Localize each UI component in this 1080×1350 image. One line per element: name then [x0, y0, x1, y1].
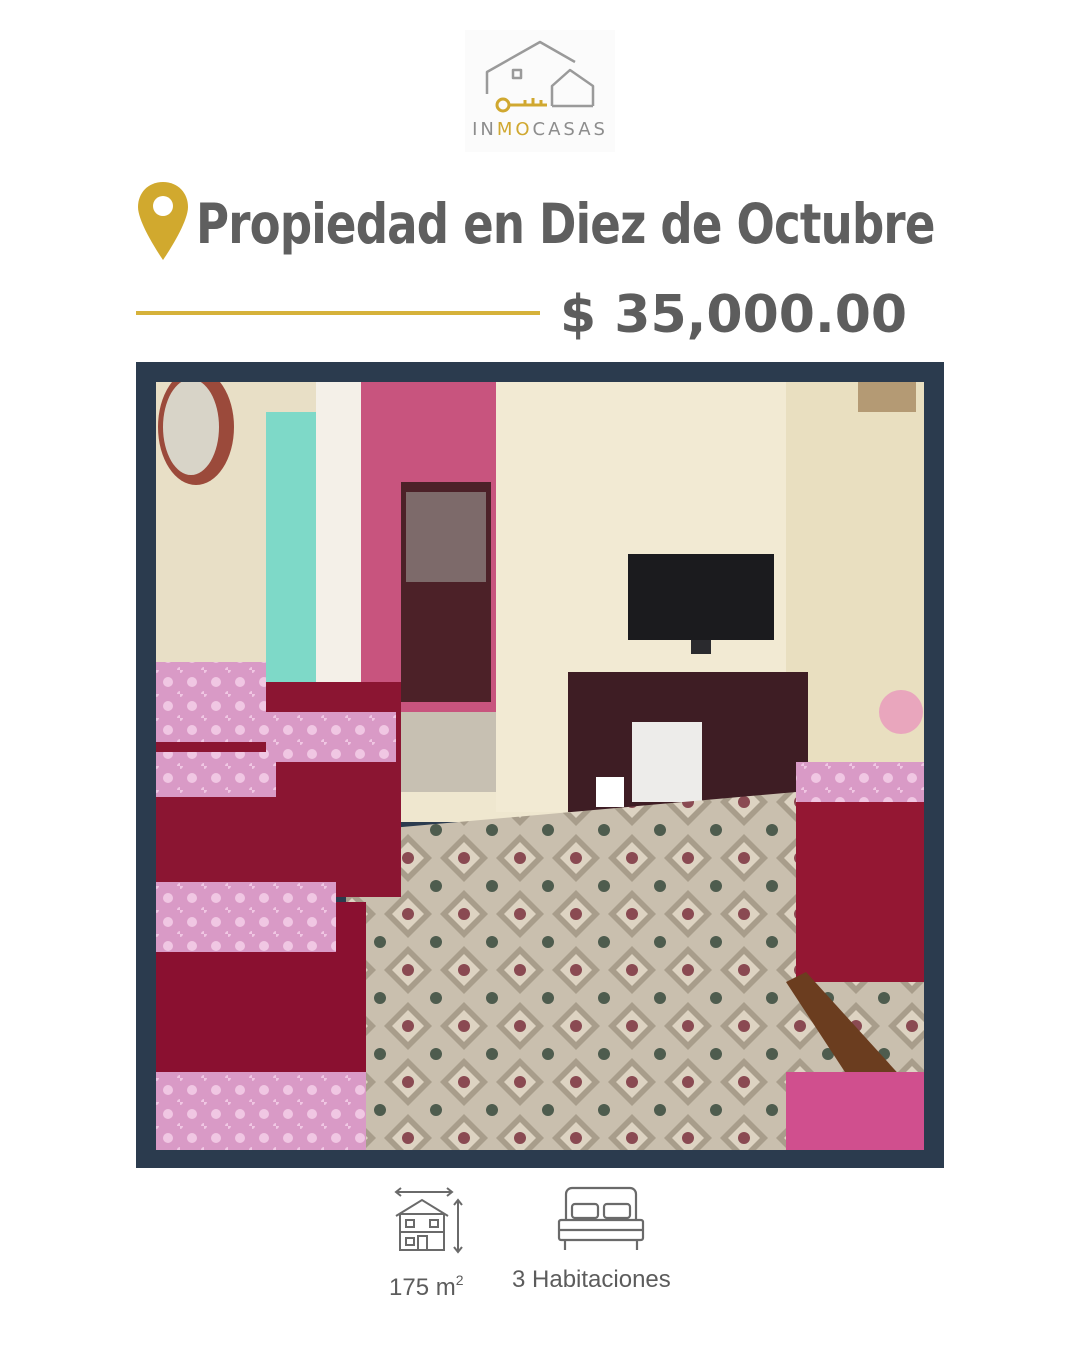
- map-pin-icon: [138, 182, 188, 260]
- rooms-label: 3 Habitaciones: [512, 1266, 671, 1293]
- photo-frame: [136, 362, 944, 1168]
- listing-title: Propiedad en Diez de Octubre: [196, 192, 935, 256]
- house-key-logo-icon: [485, 40, 595, 113]
- area-label: 175 m2: [389, 1272, 464, 1301]
- bed-icon: [557, 1186, 645, 1250]
- living-room-photo: [156, 382, 924, 1150]
- listing-price: $ 35,000.00: [560, 285, 908, 345]
- title-underline: [136, 311, 540, 315]
- brand-name: INMOCASAS: [472, 119, 608, 140]
- house-area-icon: [394, 1187, 463, 1254]
- brand-logo: INMOCASAS: [465, 30, 615, 152]
